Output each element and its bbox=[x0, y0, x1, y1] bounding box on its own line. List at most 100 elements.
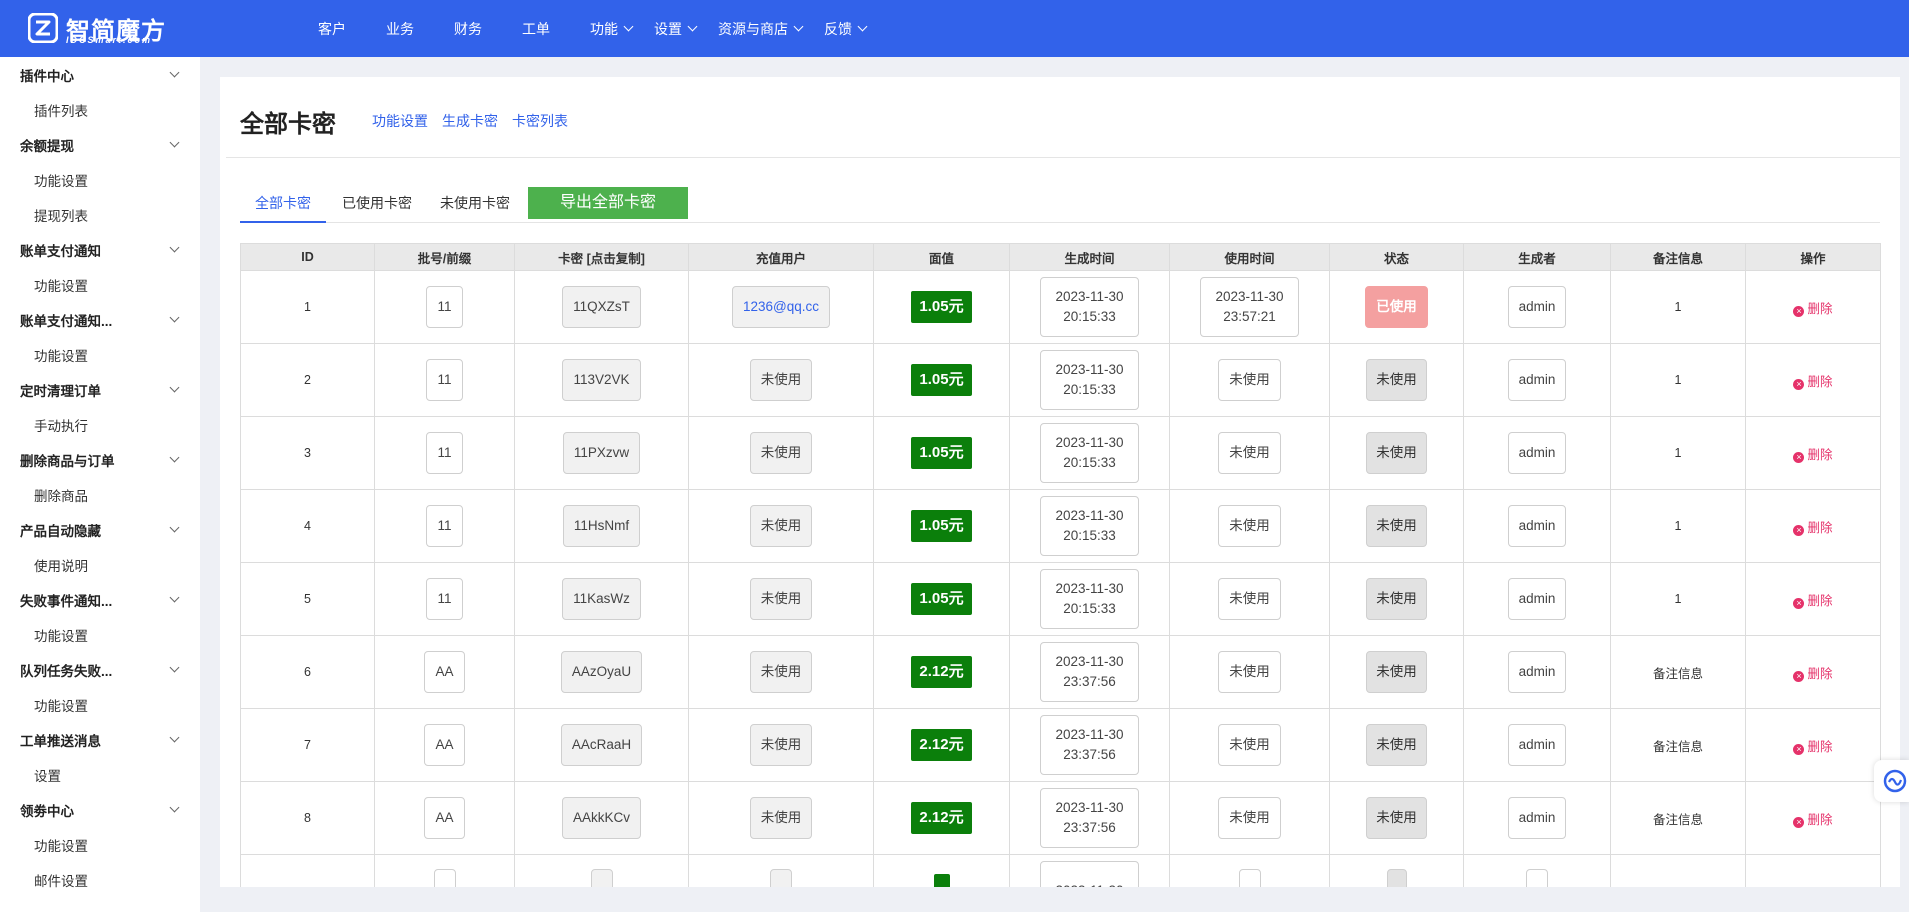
delete-button[interactable]: × 删除 bbox=[1793, 667, 1833, 682]
sidebar-item[interactable]: 使用说明 bbox=[0, 547, 200, 582]
nav-item-3[interactable]: 工单 bbox=[522, 19, 550, 39]
sidebar-group-label: 删除商品与订单 bbox=[20, 453, 115, 469]
table-row: 4 11 11HsNmf 未使用 1.05元 2023-11-30 20:15:33 未使用 未… bbox=[240, 489, 1881, 563]
card-code-copy[interactable] bbox=[590, 868, 613, 887]
batch-box: 11 bbox=[426, 578, 463, 620]
row-id: 6 bbox=[304, 665, 311, 679]
floating-assistant-button[interactable] bbox=[1874, 760, 1909, 802]
sidebar-item[interactable]: 手动执行 bbox=[0, 407, 200, 442]
sidebar-item[interactable]: 邮件设置 bbox=[0, 862, 200, 897]
link-card-list[interactable]: 卡密列表 bbox=[512, 111, 568, 131]
close-circle-icon: × bbox=[1793, 743, 1805, 755]
link-generate-cards[interactable]: 生成卡密 bbox=[442, 111, 498, 131]
sidebar-item[interactable]: 功能设置 bbox=[0, 337, 200, 372]
sidebar-group[interactable]: 余额提现 bbox=[0, 127, 200, 162]
sidebar-item[interactable]: 删除商品 bbox=[0, 477, 200, 512]
nav-item-1[interactable]: 业务 bbox=[386, 19, 414, 39]
main-nav: 客户 业务 财务 工单 功能 设置 资源与商店 反馈 bbox=[318, 0, 888, 57]
nav-item-6[interactable]: 资源与商店 bbox=[718, 19, 804, 39]
card-code-copy[interactable]: 11PXzvw bbox=[562, 432, 641, 474]
tab-unused-cards[interactable]: 未使用卡密 bbox=[440, 187, 510, 223]
delete-button[interactable]: × 删除 bbox=[1793, 302, 1833, 317]
sidebar-group[interactable]: 产品自动隐藏 bbox=[0, 512, 200, 547]
batch-box: AA bbox=[424, 797, 465, 839]
table-row: 7 AA AAcRaaH 未使用 2.12元 2023-11-30 23:37:56 未使用 未… bbox=[240, 708, 1881, 782]
sidebar-group[interactable]: 账单支付通知 bbox=[0, 232, 200, 267]
card-code-copy[interactable]: 11KasWz bbox=[562, 578, 641, 620]
delete-label: 删除 bbox=[1807, 739, 1833, 754]
sidebar-item[interactable]: 功能设置 bbox=[0, 267, 200, 302]
chevron-down-icon bbox=[169, 522, 180, 533]
col-value: 面值 bbox=[873, 243, 1010, 271]
card-code-copy[interactable]: AAcRaaH bbox=[560, 724, 643, 766]
cell-value: 1.05元 bbox=[873, 270, 1010, 344]
tab-used-cards[interactable]: 已使用卡密 bbox=[342, 187, 412, 223]
cell-actions: × 删除 bbox=[1745, 708, 1881, 782]
delete-button[interactable]: × 删除 bbox=[1793, 375, 1833, 390]
cell-created: 2023-11-30 23:37:56 bbox=[1009, 635, 1170, 709]
cell-creator: admin bbox=[1463, 416, 1611, 490]
sidebar-item[interactable]: 设置 bbox=[0, 757, 200, 792]
delete-button[interactable]: × 删除 bbox=[1793, 812, 1833, 828]
cell-value bbox=[873, 854, 1010, 887]
delete-button[interactable]: × 删除 bbox=[1793, 739, 1833, 755]
sidebar-item[interactable]: 插件列表 bbox=[0, 92, 200, 127]
sidebar-item[interactable]: 功能设置 bbox=[0, 827, 200, 862]
sidebar-group[interactable]: 插件中心 bbox=[0, 57, 200, 92]
sidebar-group[interactable]: 队列任务失败... bbox=[0, 652, 200, 687]
batch-box: 11 bbox=[426, 286, 463, 328]
sidebar-group[interactable]: 失败事件通知... bbox=[0, 582, 200, 617]
logo[interactable]: 智简魔方 IDCSmart.com bbox=[28, 11, 178, 47]
sidebar-item[interactable]: 功能设置 bbox=[0, 687, 200, 722]
cell-used-time: 未使用 bbox=[1169, 489, 1330, 563]
sidebar-group[interactable]: 定时清理订单 bbox=[0, 372, 200, 407]
close-circle-icon: × bbox=[1793, 451, 1805, 463]
created-time-box: 2023-11-30 20:15:33 bbox=[1040, 277, 1139, 337]
row-id: 7 bbox=[304, 738, 311, 752]
nav-item-label: 财务 bbox=[454, 20, 482, 37]
creator-box: admin bbox=[1507, 505, 1567, 547]
chevron-down-icon bbox=[169, 802, 180, 813]
created-time-box: 2023-11-30 20:15:33 bbox=[1040, 350, 1139, 410]
card-code-copy[interactable]: AAzOyaU bbox=[560, 651, 643, 693]
created-date: 2023-11-30 bbox=[1055, 435, 1124, 450]
nav-item-0[interactable]: 客户 bbox=[318, 19, 346, 39]
delete-button[interactable]: × 删除 bbox=[1793, 521, 1833, 536]
sidebar-group[interactable]: 账单支付通知... bbox=[0, 302, 200, 337]
created-time-box: 2023-11-30 bbox=[1040, 861, 1139, 887]
delete-label: 删除 bbox=[1807, 812, 1833, 827]
sidebar-group[interactable]: 删除商品与订单 bbox=[0, 442, 200, 477]
col-user: 充值用户 bbox=[688, 243, 874, 271]
created-date: 2023-11-30 bbox=[1055, 881, 1123, 887]
row-id: 2 bbox=[304, 373, 311, 387]
cell-batch: 11 bbox=[374, 270, 515, 344]
cell-code: 11PXzvw bbox=[514, 416, 689, 490]
cell-actions bbox=[1745, 854, 1881, 887]
sidebar-item[interactable]: 提现列表 bbox=[0, 197, 200, 232]
sidebar-item[interactable]: 功能设置 bbox=[0, 162, 200, 197]
card-code-copy[interactable]: 11QXZsT bbox=[562, 286, 641, 328]
card-code-copy[interactable]: AAkkKCv bbox=[561, 797, 641, 839]
user-unused bbox=[770, 868, 792, 887]
tab-all-cards[interactable]: 全部卡密 bbox=[240, 187, 326, 223]
sidebar-group[interactable]: 工单推送消息 bbox=[0, 722, 200, 757]
created-time-box: 2023-11-30 23:37:56 bbox=[1040, 788, 1139, 848]
nav-item-7[interactable]: 反馈 bbox=[824, 19, 868, 39]
export-all-button[interactable]: 导出全部卡密 bbox=[528, 187, 688, 219]
nav-item-4[interactable]: 功能 bbox=[590, 19, 634, 39]
used-time-box bbox=[1238, 868, 1261, 887]
status-badge: 未使用 bbox=[1366, 505, 1427, 547]
link-function-settings[interactable]: 功能设置 bbox=[372, 111, 428, 131]
delete-button[interactable]: × 删除 bbox=[1793, 594, 1833, 609]
card-code-copy[interactable]: 113V2VK bbox=[562, 359, 641, 401]
sidebar-item[interactable]: 功能设置 bbox=[0, 617, 200, 652]
card-code-copy[interactable]: 11HsNmf bbox=[562, 505, 641, 547]
delete-button[interactable]: × 删除 bbox=[1793, 448, 1833, 463]
nav-item-5[interactable]: 设置 bbox=[654, 19, 698, 39]
sidebar-group[interactable]: 领劵中心 bbox=[0, 792, 200, 827]
close-circle-icon: × bbox=[1793, 305, 1805, 317]
nav-item-2[interactable]: 财务 bbox=[454, 19, 482, 39]
nav-item-label: 设置 bbox=[654, 20, 682, 37]
chevron-down-icon bbox=[169, 67, 180, 78]
user-link[interactable]: 1236@qq.cc bbox=[731, 286, 830, 328]
